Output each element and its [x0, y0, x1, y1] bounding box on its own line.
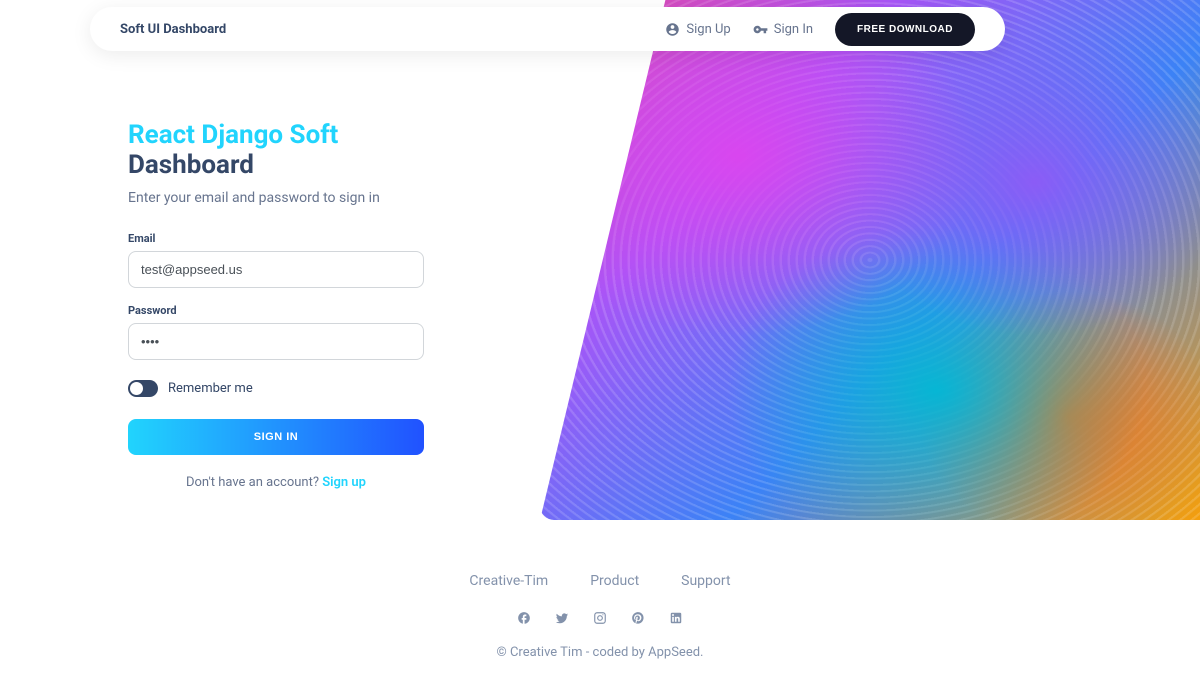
title-part-1: React Django Soft — [128, 120, 338, 150]
copyright-text: © Creative Tim - coded by AppSeed. — [0, 645, 1200, 660]
toggle-knob — [130, 382, 143, 395]
top-navigation: Soft UI Dashboard Sign Up Sign In FREE D… — [90, 7, 1005, 51]
pinterest-icon[interactable] — [631, 611, 645, 625]
remember-row: Remember me — [128, 380, 428, 397]
email-label: Email — [128, 232, 428, 245]
password-field[interactable] — [128, 323, 424, 360]
brand-title[interactable]: Soft UI Dashboard — [120, 22, 226, 37]
twitter-icon[interactable] — [555, 611, 569, 625]
footer-link-creative-tim[interactable]: Creative-Tim — [469, 573, 548, 589]
signup-nav-label: Sign Up — [686, 22, 730, 37]
signin-form: React Django Soft Dashboard Enter your e… — [128, 120, 428, 490]
page-subtitle: Enter your email and password to sign in — [128, 190, 428, 206]
remember-toggle[interactable] — [128, 380, 158, 397]
key-icon — [753, 22, 768, 37]
password-label: Password — [128, 304, 428, 317]
signin-button[interactable]: SIGN IN — [128, 419, 424, 455]
signin-nav-label: Sign In — [774, 22, 813, 37]
signup-nav-link[interactable]: Sign Up — [665, 22, 730, 37]
signup-prompt-text: Don't have an account? — [186, 475, 322, 490]
signup-link[interactable]: Sign up — [322, 475, 366, 490]
social-icons — [0, 611, 1200, 625]
page-footer: Creative-Tim Product Support © Creative … — [0, 573, 1200, 660]
linkedin-icon[interactable] — [669, 611, 683, 625]
email-field[interactable] — [128, 251, 424, 288]
person-icon — [665, 22, 680, 37]
facebook-icon[interactable] — [517, 611, 531, 625]
footer-links: Creative-Tim Product Support — [0, 573, 1200, 589]
footer-link-support[interactable]: Support — [681, 573, 730, 589]
remember-label: Remember me — [168, 381, 253, 396]
title-part-2: Dashboard — [128, 150, 254, 180]
instagram-icon[interactable] — [593, 611, 607, 625]
signin-nav-link[interactable]: Sign In — [753, 22, 813, 37]
hero-decorative-image — [540, 0, 1200, 520]
signup-prompt: Don't have an account? Sign up — [128, 475, 424, 490]
free-download-button[interactable]: FREE DOWNLOAD — [835, 13, 975, 46]
page-title: React Django Soft Dashboard — [128, 120, 428, 180]
footer-link-product[interactable]: Product — [590, 573, 639, 589]
